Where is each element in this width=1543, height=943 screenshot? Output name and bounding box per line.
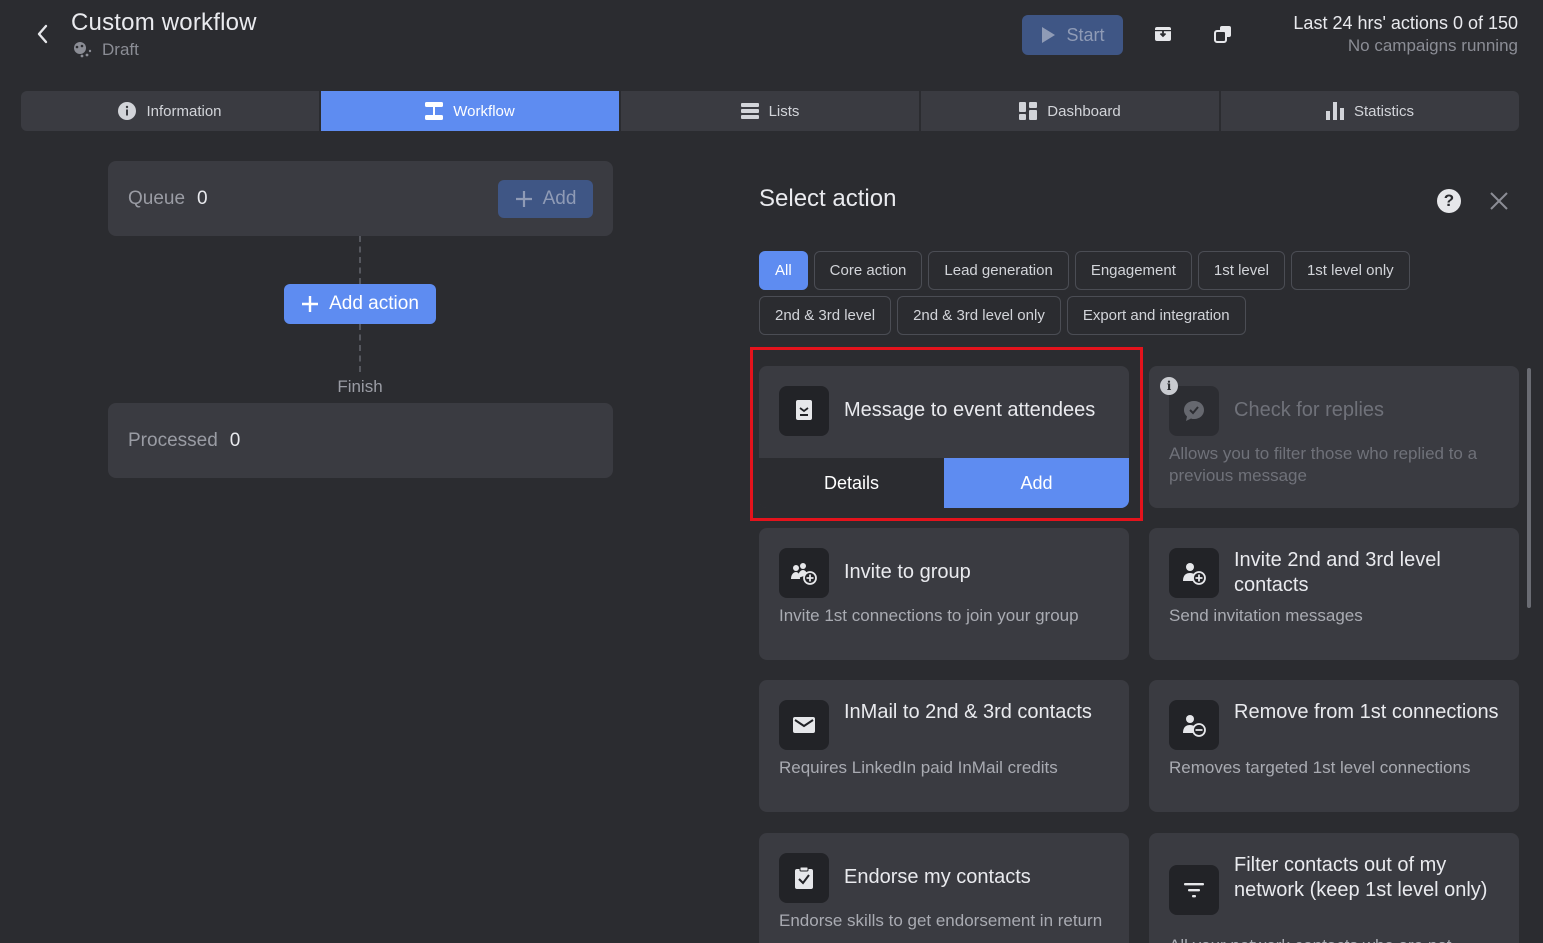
filter-chips: All Core action Lead generation Engageme… — [759, 251, 1419, 335]
info-icon — [118, 102, 137, 120]
mail-icon — [793, 717, 815, 733]
plus-icon — [515, 191, 532, 207]
tab-label: Information — [146, 102, 222, 120]
queue-count: 0 — [197, 187, 208, 209]
scrollbar[interactable] — [1527, 368, 1531, 608]
tab-information[interactable]: Information — [21, 91, 321, 131]
person-remove-icon — [1183, 715, 1206, 737]
filter-export-integration[interactable]: Export and integration — [1066, 296, 1246, 335]
connector-line — [359, 324, 361, 372]
clipboard-check-icon — [795, 866, 813, 889]
processed-node: Processed 0 — [108, 403, 613, 478]
tab-lists[interactable]: Lists — [621, 91, 921, 131]
back-button[interactable] — [30, 22, 54, 46]
start-button[interactable]: Start — [1022, 15, 1123, 55]
card-description: Removes targeted 1st level connections — [1169, 758, 1471, 777]
bar-chart-icon — [1325, 102, 1344, 120]
card-description: Invite 1st connections to join your grou… — [779, 606, 1079, 625]
tab-statistics[interactable]: Statistics — [1221, 91, 1519, 131]
filter-lead-generation[interactable]: Lead generation — [928, 251, 1069, 290]
queue-label: Queue — [128, 187, 186, 209]
finish-label: Finish — [337, 377, 383, 396]
remove-icon-wrap — [1169, 700, 1219, 750]
filter-1st-level-only[interactable]: 1st level only — [1290, 251, 1410, 290]
action-card-invite-group[interactable]: Invite to group Invite 1st connections t… — [759, 528, 1129, 660]
panel-title: Select action — [759, 185, 897, 212]
action-card-check-replies[interactable]: Check for replies Allows you to filter t… — [1149, 366, 1519, 508]
replies-icon-wrap — [1169, 386, 1219, 436]
action-card-remove-connections[interactable]: Remove from 1st connections Removes targ… — [1149, 680, 1519, 812]
actions-count: Last 24 hrs' actions 0 of 150 — [1293, 13, 1518, 33]
card-description: Endorse skills to get endorsement in ret… — [779, 911, 1103, 930]
action-card-inmail[interactable]: InMail to 2nd & 3rd contacts Requires Li… — [759, 680, 1129, 812]
filter-engagement[interactable]: Engagement — [1074, 251, 1192, 290]
card-description: Allows you to filter those who replied t… — [1169, 444, 1478, 485]
card-title: Endorse my contacts — [844, 866, 1031, 888]
campaigns-status: No campaigns running — [1347, 36, 1518, 55]
card-description: Requires LinkedIn paid InMail credits — [779, 758, 1058, 777]
filter-2nd-3rd-level-only[interactable]: 2nd & 3rd level only — [897, 296, 1061, 335]
filter-1st-level[interactable]: 1st level — [1197, 251, 1285, 290]
page-title: Custom workflow — [71, 9, 257, 36]
close-icon — [1490, 192, 1508, 210]
tab-workflow[interactable]: Workflow — [321, 91, 621, 131]
selection-highlight — [750, 347, 1143, 521]
filter-icon-wrap — [1169, 865, 1219, 915]
group-add-icon — [791, 563, 817, 585]
chat-check-icon — [1184, 401, 1204, 421]
duplicate-button[interactable] — [1212, 23, 1234, 45]
add-action-button[interactable]: Add action — [284, 284, 436, 324]
chevron-left-icon — [37, 24, 48, 44]
processed-label: Processed — [128, 429, 218, 451]
card-title: InMail to 2nd & 3rd contacts — [844, 701, 1092, 723]
play-icon — [1042, 27, 1056, 43]
dashboard-icon — [1019, 102, 1038, 120]
filter-core-action[interactable]: Core action — [813, 251, 923, 290]
processed-count: 0 — [229, 429, 241, 451]
card-title: Check for replies — [1234, 399, 1385, 421]
tab-label: Lists — [768, 102, 800, 120]
mail-icon-wrap — [779, 700, 829, 750]
action-card-invite-2nd-3rd[interactable]: Invite 2nd and 3rd level contacts Send i… — [1149, 528, 1519, 660]
group-icon-wrap — [779, 548, 829, 598]
filter-icon — [1184, 883, 1204, 898]
copy-icon — [1214, 26, 1231, 43]
person-add-icon — [1183, 563, 1206, 585]
action-card-endorse[interactable]: Endorse my contacts Endorse skills to ge… — [759, 833, 1129, 943]
archive-button[interactable] — [1152, 23, 1174, 45]
card-description: All your network contacts who are not — [1169, 935, 1505, 943]
add-action-label: Add action — [329, 293, 419, 314]
connector-line — [359, 236, 361, 284]
list-icon — [740, 103, 759, 119]
action-card-filter-contacts[interactable]: Filter contacts out of my network (keep … — [1149, 833, 1519, 943]
tab-label: Dashboard — [1047, 102, 1121, 120]
close-button[interactable] — [1487, 189, 1511, 213]
card-title: Filter contacts out of my network (keep … — [1234, 854, 1488, 901]
queue-node: Queue 0 Add — [108, 161, 613, 236]
filter-all[interactable]: All — [759, 251, 808, 290]
card-description: Send invitation messages — [1169, 606, 1363, 625]
endorse-icon-wrap — [779, 853, 829, 903]
start-label: Start — [1066, 24, 1105, 45]
usage-summary: Last 24 hrs' actions 0 of 150 No campaig… — [1293, 13, 1518, 56]
invite-icon-wrap — [1169, 548, 1219, 598]
plus-icon — [302, 296, 319, 312]
draft-icon — [74, 42, 92, 58]
tab-label: Workflow — [453, 102, 515, 120]
workflow-status: Draft — [72, 40, 139, 60]
workflow-icon — [425, 102, 444, 120]
status-label: Draft — [102, 40, 139, 59]
card-title: Invite to group — [844, 561, 971, 583]
card-title: Remove from 1st connections — [1234, 701, 1499, 723]
tab-label: Statistics — [1353, 102, 1414, 120]
queue-add-button[interactable]: Add — [498, 180, 593, 218]
card-title: Invite 2nd and 3rd level contacts — [1234, 549, 1441, 596]
info-icon[interactable]: i — [1160, 377, 1178, 395]
help-icon[interactable]: ? — [1437, 189, 1461, 213]
filter-2nd-3rd-level[interactable]: 2nd & 3rd level — [759, 296, 892, 335]
archive-icon — [1155, 27, 1171, 41]
tab-bar: Information Workflow Lists Dashboard Sta… — [21, 91, 1519, 131]
tab-dashboard[interactable]: Dashboard — [921, 91, 1221, 131]
queue-add-label: Add — [542, 188, 577, 209]
